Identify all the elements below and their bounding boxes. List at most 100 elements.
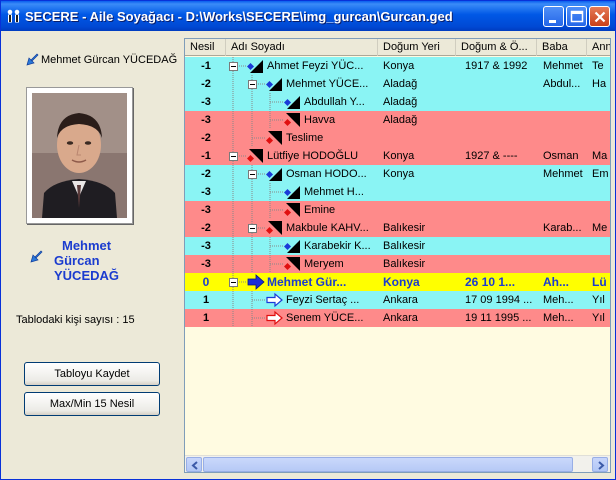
male-icon bbox=[266, 78, 282, 91]
cell-father: Osman bbox=[543, 150, 579, 162]
person-count-label: Tablodaki kişi sayısı : 15 bbox=[16, 314, 135, 326]
table-row[interactable]: -3 Karabekir K... Balıkesir bbox=[185, 237, 610, 255]
table-row[interactable]: 1 Feyzi Sertaç ... Ankara 17 09 1994 ... Meh… bbox=[185, 291, 610, 309]
horizontal-scrollbar[interactable] bbox=[185, 455, 610, 472]
table-row[interactable]: -3 Mehmet H... bbox=[185, 183, 610, 201]
cell-dates bbox=[465, 165, 537, 183]
collapse-toggle-icon[interactable] bbox=[229, 62, 238, 71]
cell-birthplace bbox=[383, 129, 455, 147]
cell-mother bbox=[592, 183, 610, 201]
cell-birthplace: Balıkesir bbox=[383, 222, 426, 234]
cell-birthplace bbox=[383, 183, 455, 201]
cell-father: Meh... bbox=[543, 294, 574, 306]
table-row[interactable]: -3 Meryem Balıkesir bbox=[185, 255, 610, 273]
table-row[interactable]: -3 Emine bbox=[185, 201, 610, 219]
collapse-toggle-icon[interactable] bbox=[229, 278, 238, 287]
cell-dates bbox=[465, 201, 537, 219]
collapse-toggle-icon[interactable] bbox=[248, 170, 257, 179]
cell-mother bbox=[592, 93, 610, 111]
cell-nesil: -1 bbox=[201, 60, 211, 72]
cell-dates: 26 10 1... bbox=[465, 275, 516, 289]
cell-nesil: 1 bbox=[202, 312, 210, 324]
cell-mother: Me bbox=[592, 222, 608, 234]
cell-name: Teslime bbox=[286, 132, 324, 144]
table-row[interactable]: -2 Makbule KAHV... Balıkesir Karab... Me bbox=[185, 219, 610, 237]
cell-father: Karab... bbox=[543, 222, 582, 234]
cell-mother bbox=[592, 255, 610, 273]
save-table-button[interactable]: Tabloyu Kaydet bbox=[24, 362, 160, 386]
table-row[interactable]: -2 Teslime bbox=[185, 129, 610, 147]
cell-father: Abdul... bbox=[543, 78, 581, 90]
maximize-button[interactable] bbox=[566, 6, 587, 27]
cell-father bbox=[543, 129, 588, 147]
cell-birthplace: Aladağ bbox=[383, 96, 418, 108]
cell-birthplace: Aladağ bbox=[383, 78, 418, 90]
cell-nesil: 0 bbox=[202, 275, 210, 289]
cell-father: Mehmet bbox=[543, 168, 583, 180]
collapse-toggle-icon[interactable] bbox=[248, 224, 257, 233]
collapse-toggle-icon[interactable] bbox=[248, 80, 257, 89]
column-header-father[interactable]: Baba bbox=[537, 39, 587, 56]
column-header-mother[interactable]: Anne bbox=[587, 39, 610, 56]
pointer-arrow-icon bbox=[26, 53, 39, 66]
cell-birthplace: Balıkesir bbox=[383, 240, 426, 252]
table-row[interactable]: -2 Mehmet YÜCE... Aladağ Abdul... Ha bbox=[185, 75, 610, 93]
column-header-nesil[interactable]: Nesil bbox=[185, 39, 226, 56]
cell-dates bbox=[465, 75, 537, 93]
column-header-dates[interactable]: Doğum & Ö... bbox=[456, 39, 537, 56]
cell-nesil: -3 bbox=[201, 258, 211, 270]
left-panel: Mehmet Gürcan YÜCEDAĞ Mehmet Gürcan YÜCE… bbox=[1, 32, 183, 480]
table-row[interactable]: 0 Mehmet Gür... Konya 26 10 1... Ah... Lü bbox=[185, 273, 610, 291]
collapse-toggle-icon[interactable] bbox=[229, 152, 238, 161]
column-header-birthplace[interactable]: Doğum Yeri bbox=[378, 39, 456, 56]
cell-mother: Lü bbox=[592, 275, 607, 289]
cell-birthplace: Konya bbox=[383, 60, 415, 72]
cell-name: Makbule KAHV... bbox=[286, 222, 369, 234]
arrow-right-icon bbox=[598, 461, 605, 470]
cell-mother: Ha bbox=[592, 78, 607, 90]
table-row[interactable]: -1 Lütfiye HODOĞLU Konya 1927 & ---- Osman Ma bbox=[185, 147, 610, 165]
cell-dates bbox=[465, 237, 537, 255]
male-icon bbox=[284, 186, 300, 199]
table-row[interactable]: 1 Senem YÜCE... Ankara 19 11 1995 ... Meh...… bbox=[185, 309, 610, 327]
self-arrow-icon bbox=[247, 274, 265, 290]
heading-first-name: Mehmet bbox=[62, 238, 112, 253]
cell-father bbox=[543, 111, 588, 129]
arrow-left-icon bbox=[191, 461, 198, 470]
table-row[interactable]: -2 Osman HODO... Konya Mehmet Em bbox=[185, 165, 610, 183]
cell-birthplace: Konya bbox=[383, 168, 415, 180]
minimize-button[interactable] bbox=[543, 6, 564, 27]
cell-nesil: -1 bbox=[201, 150, 211, 162]
cell-dates: 19 11 1995 ... bbox=[465, 312, 532, 324]
male-icon bbox=[266, 168, 282, 181]
column-header-name[interactable]: Adı Soyadı bbox=[226, 39, 378, 56]
selected-person-name: Mehmet Gürcan YÜCEDAĞ bbox=[41, 54, 178, 66]
male-icon bbox=[284, 240, 300, 253]
cell-dates: 1927 & ---- bbox=[465, 150, 518, 162]
scroll-left-button[interactable] bbox=[186, 457, 202, 472]
cell-name: Mehmet YÜCE... bbox=[286, 78, 369, 90]
table-row[interactable]: -3 Abdullah Y... Aladağ bbox=[185, 93, 610, 111]
scroll-thumb[interactable] bbox=[203, 457, 573, 472]
cell-nesil: -2 bbox=[201, 168, 211, 180]
heading-surname: YÜCEDAĞ bbox=[54, 268, 120, 283]
close-button[interactable] bbox=[589, 6, 610, 27]
title-bar[interactable]: SECERE - Aile Soyağacı - D:\Works\SECERE… bbox=[1, 1, 615, 31]
female-icon bbox=[266, 131, 282, 145]
cell-name: Emine bbox=[304, 204, 336, 216]
cell-birthplace: Balıkesir bbox=[383, 258, 426, 270]
cell-mother: Ma bbox=[592, 150, 608, 162]
female-icon bbox=[266, 221, 282, 235]
family-tree-table[interactable]: Nesil Adı Soyadı Doğum Yeri Doğum & Ö...… bbox=[184, 38, 611, 473]
main-window: SECERE - Aile Soyağacı - D:\Works\SECERE… bbox=[0, 0, 616, 480]
cell-birthplace: Konya bbox=[383, 150, 415, 162]
cell-father: Ah... bbox=[543, 275, 569, 289]
table-row[interactable]: -1 Ahmet Feyzi YÜC... Konya 1917 & 1992 Mehm… bbox=[185, 57, 610, 75]
cell-name: Feyzi Sertaç ... bbox=[286, 294, 360, 306]
table-row[interactable]: -3 Havva Aladağ bbox=[185, 111, 610, 129]
daughter-arrow-icon bbox=[266, 310, 283, 326]
scroll-right-button[interactable] bbox=[592, 457, 608, 472]
cell-father bbox=[543, 255, 588, 273]
maxmin-generation-button[interactable]: Max/Min 15 Nesil bbox=[24, 392, 160, 416]
cell-name: Meryem bbox=[304, 258, 344, 270]
